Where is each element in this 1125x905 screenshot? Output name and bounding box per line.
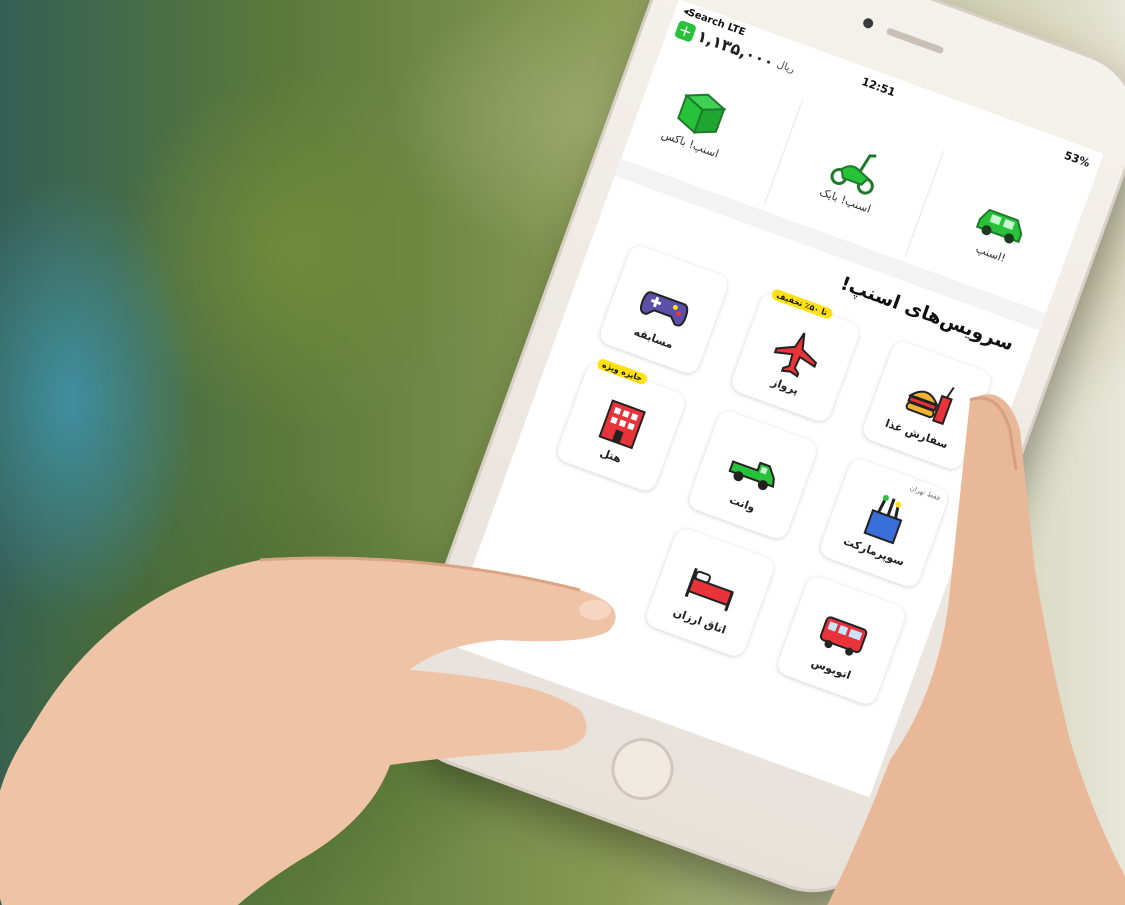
right-hand xyxy=(827,394,1125,905)
prize-badge: جایزه ویژه xyxy=(595,357,649,386)
status-time: 12:51 xyxy=(859,75,898,100)
service-card-pickup[interactable]: وانت xyxy=(686,408,820,542)
wallet-currency: ریال xyxy=(775,58,796,76)
service-card-cheap-room[interactable]: اتاق ارزان xyxy=(643,525,777,660)
service-card-hotel[interactable]: جایزه ویژه هتل xyxy=(554,357,688,494)
discount-badge: تا ۵۰٪ تخفیف xyxy=(770,287,834,321)
status-battery: 53% xyxy=(1062,148,1092,171)
photo-background: ◂Search LTE 12:51 53% + ۱,۱۳۵,۰۰۰ ریال ا… xyxy=(0,0,1125,905)
service-card-contest[interactable]: مسابقه xyxy=(597,243,731,377)
left-hand-pointing xyxy=(0,556,616,905)
